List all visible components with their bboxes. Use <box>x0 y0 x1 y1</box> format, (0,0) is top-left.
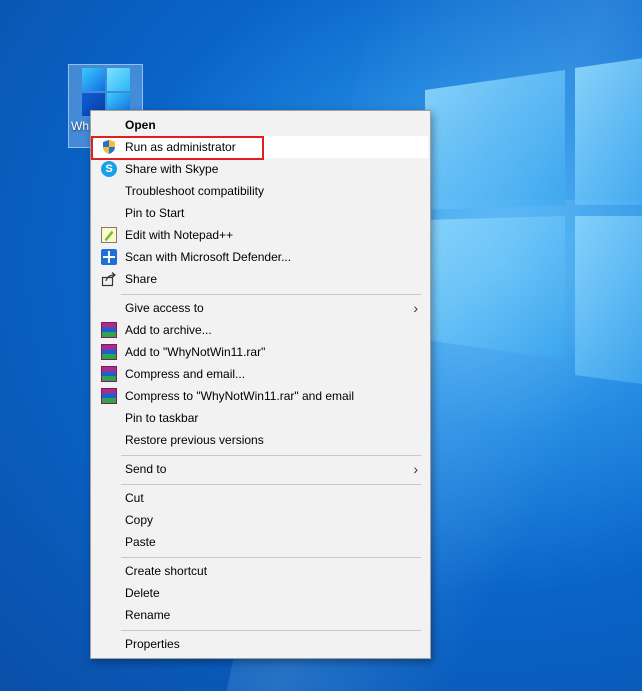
menu-item-properties[interactable]: Properties <box>93 633 428 655</box>
menu-item-label: Restore previous versions <box>125 433 264 447</box>
menu-item-label: Give access to <box>125 301 204 315</box>
winrar-icon <box>101 344 117 360</box>
menu-item-edit-with-notepadpp[interactable]: Edit with Notepad++ <box>93 224 428 246</box>
menu-item-create-shortcut[interactable]: Create shortcut <box>93 560 428 582</box>
menu-item-label: Share with Skype <box>125 162 219 176</box>
menu-item-label: Compress to "WhyNotWin11.rar" and email <box>125 389 355 403</box>
menu-item-run-as-administrator[interactable]: Run as administrator <box>93 136 428 158</box>
winrar-icon <box>101 366 117 382</box>
menu-item-label: Properties <box>125 637 180 651</box>
menu-item-label: Copy <box>125 513 154 527</box>
menu-separator <box>121 455 421 456</box>
menu-item-label: Delete <box>125 586 160 600</box>
windows-logo-wallpaper <box>425 40 642 420</box>
menu-item-add-to-archive[interactable]: Add to archive... <box>93 319 428 341</box>
menu-item-open[interactable]: Open <box>93 114 428 136</box>
skype-icon: S <box>101 161 117 177</box>
menu-item-label: Edit with Notepad++ <box>125 228 234 242</box>
menu-item-label: Troubleshoot compatibility <box>125 184 264 198</box>
menu-item-troubleshoot-compatibility[interactable]: Troubleshoot compatibility <box>93 180 428 202</box>
share-icon <box>101 271 117 287</box>
menu-item-compress-and-email[interactable]: Compress and email... <box>93 363 428 385</box>
uac-shield-icon <box>101 139 117 155</box>
menu-item-share[interactable]: Share <box>93 268 428 290</box>
app-icon <box>82 68 130 116</box>
menu-item-rename[interactable]: Rename <box>93 604 428 626</box>
menu-item-scan-with-defender[interactable]: Scan with Microsoft Defender... <box>93 246 428 268</box>
chevron-right-icon: › <box>413 461 418 477</box>
menu-item-cut[interactable]: Cut <box>93 487 428 509</box>
menu-item-label: Pin to taskbar <box>125 411 199 425</box>
menu-item-label: Paste <box>125 535 156 549</box>
menu-item-delete[interactable]: Delete <box>93 582 428 604</box>
context-menu: Open Run as administrator S Share with S… <box>90 110 431 659</box>
menu-item-give-access-to[interactable]: Give access to › <box>93 297 428 319</box>
menu-item-share-with-skype[interactable]: S Share with Skype <box>93 158 428 180</box>
menu-item-label: Open <box>125 118 156 132</box>
chevron-right-icon: › <box>413 300 418 316</box>
notepadpp-icon <box>101 227 117 243</box>
menu-item-paste[interactable]: Paste <box>93 531 428 553</box>
menu-item-pin-to-taskbar[interactable]: Pin to taskbar <box>93 407 428 429</box>
menu-item-label: Send to <box>125 462 167 476</box>
menu-item-label: Add to "WhyNotWin11.rar" <box>125 345 266 359</box>
menu-item-label: Cut <box>125 491 144 505</box>
winrar-icon <box>101 322 117 338</box>
menu-item-label: Share <box>125 272 158 286</box>
desktop-background: Wh Open Run as administrator S Share wit… <box>0 0 642 691</box>
menu-item-pin-to-start[interactable]: Pin to Start <box>93 202 428 224</box>
desktop-icon-label: Wh <box>71 119 89 133</box>
menu-item-copy[interactable]: Copy <box>93 509 428 531</box>
menu-item-add-to-rar[interactable]: Add to "WhyNotWin11.rar" <box>93 341 428 363</box>
menu-item-label: Compress and email... <box>125 367 246 381</box>
menu-item-restore-previous-versions[interactable]: Restore previous versions <box>93 429 428 451</box>
menu-separator <box>121 294 421 295</box>
winrar-icon <box>101 388 117 404</box>
menu-item-label: Create shortcut <box>125 564 208 578</box>
menu-item-label: Add to archive... <box>125 323 212 337</box>
menu-item-send-to[interactable]: Send to › <box>93 458 428 480</box>
menu-separator <box>121 630 421 631</box>
menu-separator <box>121 557 421 558</box>
menu-item-compress-to-rar-and-email[interactable]: Compress to "WhyNotWin11.rar" and email <box>93 385 428 407</box>
menu-separator <box>121 484 421 485</box>
menu-item-label: Pin to Start <box>125 206 185 220</box>
menu-item-label: Run as administrator <box>125 140 236 154</box>
defender-icon <box>101 249 117 265</box>
menu-item-label: Scan with Microsoft Defender... <box>125 250 292 264</box>
menu-item-label: Rename <box>125 608 171 622</box>
